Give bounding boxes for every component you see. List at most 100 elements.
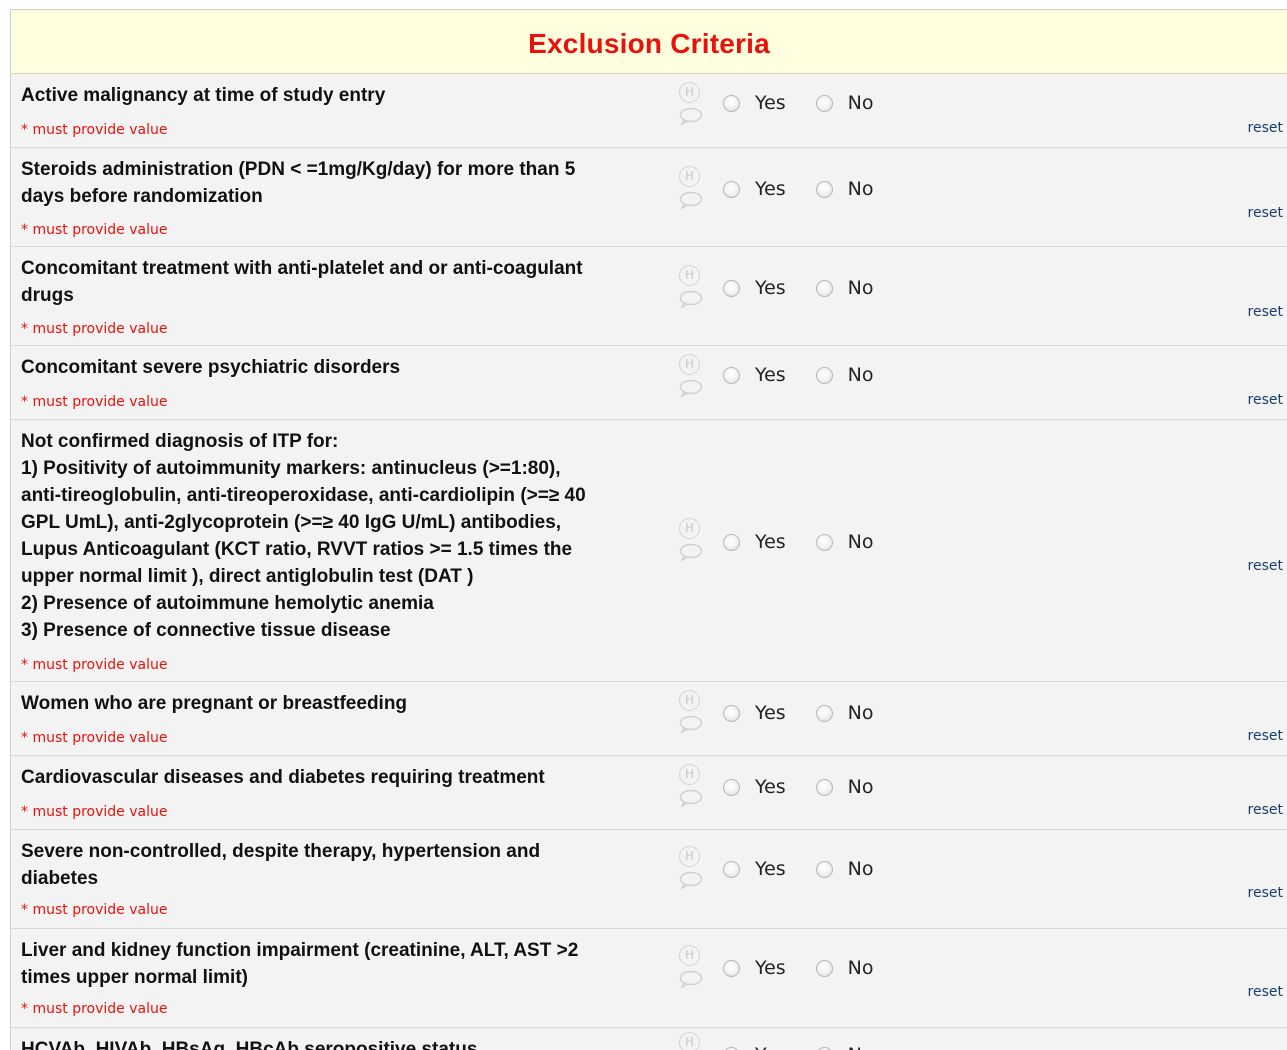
no-radio[interactable] [815,366,833,384]
yes-label: Yes [755,277,786,299]
yes-label: Yes [755,776,786,798]
option-no[interactable]: No [815,1044,874,1050]
no-radio[interactable] [815,94,833,112]
option-yes[interactable]: Yes [723,364,786,386]
yes-radio[interactable] [723,366,740,384]
option-yes[interactable]: Yes [723,776,786,798]
option-yes[interactable]: Yes [723,92,786,114]
history-icon[interactable]: H [679,166,700,187]
question-text: Concomitant treatment with anti-platelet… [21,258,583,306]
no-radio[interactable] [815,279,833,297]
reset-link[interactable]: reset [1248,392,1283,408]
comment-icon[interactable] [679,789,705,807]
no-radio[interactable] [815,704,833,722]
option-no[interactable]: No [815,277,874,299]
yes-no-options: Yes No [723,858,904,880]
option-yes[interactable]: Yes [723,277,786,299]
required-note: * must provide value [21,804,168,820]
history-icon[interactable]: H [679,846,700,867]
comment-icon[interactable] [679,970,705,988]
option-no[interactable]: No [815,178,874,200]
question-text: Liver and kidney function impairment (cr… [21,940,579,988]
history-icon[interactable]: H [679,1032,700,1050]
no-radio[interactable] [815,180,833,198]
yes-no-options: Yes No [723,92,904,114]
reset-link[interactable]: reset [1248,984,1283,1000]
history-icon[interactable]: H [679,690,700,711]
option-yes[interactable]: Yes [723,858,786,880]
no-radio[interactable] [815,1046,833,1050]
yes-no-options: Yes No [723,364,904,386]
criteria-row: Liver and kidney function impairment (cr… [11,929,1287,1028]
question-text: Not confirmed diagnosis of ITP for: 1) P… [21,431,586,641]
yes-radio[interactable] [723,704,740,722]
comment-icon[interactable] [679,379,705,397]
option-no[interactable]: No [815,92,874,114]
required-note: * must provide value [21,1001,168,1017]
option-no[interactable]: No [815,858,874,880]
option-no[interactable]: No [815,776,874,798]
reset-link[interactable]: reset [1248,802,1283,818]
criteria-row: Steroids administration (PDN < =1mg/Kg/d… [11,148,1287,247]
yes-no-options: Yes No [723,1044,904,1050]
comment-icon[interactable] [679,290,705,308]
reset-link[interactable]: reset [1248,304,1283,320]
criteria-row: HCVAb, HIVAb, HBsAg, HBcAb seropositive … [11,1028,1287,1050]
option-no[interactable]: No [815,957,874,979]
option-yes[interactable]: Yes [723,178,786,200]
comment-icon[interactable] [679,107,705,125]
reset-link[interactable]: reset [1248,205,1283,221]
option-no[interactable]: No [815,531,874,553]
yes-label: Yes [755,364,786,386]
required-note: * must provide value [21,902,168,918]
option-no[interactable]: No [815,702,874,724]
question-text: Women who are pregnant or breastfeeding [21,693,408,714]
history-icon[interactable]: H [679,945,700,966]
yes-no-options: Yes No [723,531,904,553]
yes-radio[interactable] [723,94,740,112]
no-label: No [847,277,874,299]
history-icon[interactable]: H [679,82,700,103]
question-text: Cardiovascular diseases and diabetes req… [21,767,545,788]
comment-icon[interactable] [679,715,705,733]
history-icon[interactable]: H [679,518,700,539]
yes-radio[interactable] [723,959,740,977]
history-icon[interactable]: H [679,354,700,375]
question-text: HCVAb, HIVAb, HBsAg, HBcAb seropositive … [21,1039,478,1050]
option-yes[interactable]: Yes [723,702,786,724]
no-radio[interactable] [815,533,833,551]
yes-radio[interactable] [723,279,740,297]
yes-radio[interactable] [723,860,740,878]
section-header: Exclusion Criteria [11,10,1287,74]
no-radio[interactable] [815,860,833,878]
field-icons: H [679,265,705,308]
yes-no-options: Yes No [723,277,904,299]
reset-link[interactable]: reset [1248,558,1283,574]
yes-radio[interactable] [723,180,740,198]
comment-icon[interactable] [679,543,705,561]
no-radio[interactable] [815,778,833,796]
history-icon[interactable]: H [679,265,700,286]
question-text: Active malignancy at time of study entry [21,85,386,106]
yes-radio[interactable] [723,778,740,796]
yes-label: Yes [755,92,786,114]
reset-link[interactable]: reset [1248,120,1283,136]
field-icons: H [679,846,705,889]
reset-link[interactable]: reset [1248,885,1283,901]
no-label: No [847,702,874,724]
yes-radio[interactable] [723,1046,740,1050]
yes-no-options: Yes No [723,776,904,798]
field-icons: H [679,518,705,561]
yes-radio[interactable] [723,533,740,551]
option-yes[interactable]: Yes [723,531,786,553]
no-radio[interactable] [815,959,833,977]
option-no[interactable]: No [815,364,874,386]
field-icons: H [679,945,705,988]
reset-link[interactable]: reset [1248,728,1283,744]
comment-icon[interactable] [679,871,705,889]
option-yes[interactable]: Yes [723,1044,786,1050]
option-yes[interactable]: Yes [723,957,786,979]
history-icon[interactable]: H [679,764,700,785]
comment-icon[interactable] [679,191,705,209]
required-note: * must provide value [21,657,168,673]
